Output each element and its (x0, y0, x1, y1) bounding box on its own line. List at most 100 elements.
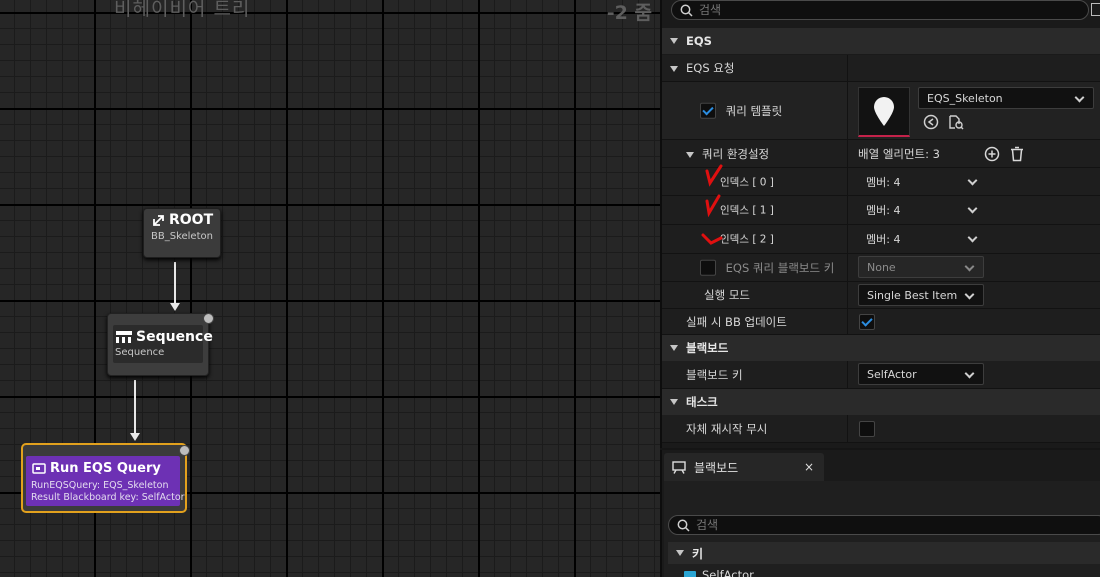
index-1-value-select[interactable]: 멤버: 4 (858, 199, 986, 221)
chevron-down-icon (967, 232, 978, 243)
category-task-label: 태스크 (686, 395, 718, 409)
column-divider (847, 196, 848, 224)
blackboard-category-label: 키 (692, 546, 704, 561)
column-divider (847, 309, 848, 334)
blackboard-category-keys[interactable]: 키 (668, 542, 1100, 564)
collapse-caret-icon (670, 345, 678, 351)
blackboard-key-item[interactable]: SelfActor (684, 568, 754, 577)
ignore-restart-self-row: 자체 재시작 무시 (662, 415, 1100, 443)
chevron-down-icon (964, 289, 975, 300)
chevron-down-icon (1074, 92, 1085, 103)
collapse-caret-icon (670, 38, 678, 44)
blackboard-icon (672, 460, 686, 474)
root-node-blackboard: BB_Skeleton (151, 231, 213, 242)
column-divider (847, 140, 848, 167)
run-eqs-query-template: RunEQSQuery: EQS_Skeleton (31, 480, 169, 491)
behavior-tree-graph[interactable]: 비헤이비어 트리 -2 줌 ROOT BB_Skeleton Sequence … (0, 0, 660, 577)
graph-title: 비헤이비어 트리 (114, 0, 251, 20)
category-blackboard[interactable]: 블랙보드 (662, 335, 1100, 361)
blackboard-key-select[interactable]: SelfActor (858, 363, 984, 385)
details-search[interactable] (671, 0, 1089, 20)
ignore-restart-self-label: 자체 재시작 무시 (686, 421, 768, 436)
index-2-value-select[interactable]: 멤버: 4 (858, 228, 986, 250)
details-panel: EQS EQS 요청 쿼리 템플릿 EQS_Skeleton (660, 0, 1100, 448)
index-0-value-select[interactable]: 멤버: 4 (858, 171, 986, 193)
close-icon[interactable]: × (804, 460, 814, 474)
zoom-level: -2 줌 (606, 2, 652, 24)
map-pin-icon (874, 96, 894, 126)
run-mode-label: 실행 모드 (704, 288, 750, 302)
category-eqs-label: EQS (686, 34, 712, 48)
column-divider (847, 225, 848, 253)
query-template-select[interactable]: EQS_Skeleton (918, 87, 1094, 109)
index-1-label: 인덱스 [ 1 ] (720, 204, 774, 217)
wire-sequence-eqs (134, 380, 136, 434)
eqs-task-icon (32, 462, 46, 474)
collapse-caret-icon (670, 66, 678, 72)
root-node[interactable]: ROOT BB_Skeleton (143, 208, 221, 258)
sequence-node[interactable]: Sequence Sequence (107, 313, 213, 376)
update-bb-on-fail-row: 실패 시 BB 업데이트 (662, 309, 1100, 335)
query-template-checkbox[interactable] (700, 102, 716, 119)
sequence-icon (116, 331, 132, 343)
column-divider (847, 55, 848, 81)
subcategory-eqs-request-label: EQS 요청 (670, 60, 734, 76)
category-blackboard-label: 블랙보드 (686, 341, 729, 355)
blackboard-key-label: 블랙보드 키 (686, 367, 743, 382)
update-bb-on-fail-checkbox[interactable] (859, 314, 875, 330)
index-2-label: 인덱스 [ 2 ] (720, 233, 774, 246)
wire-arrowhead (170, 303, 180, 311)
add-element-icon[interactable] (984, 146, 1000, 162)
chevron-down-icon (967, 203, 978, 214)
root-node-title: ROOT (152, 212, 213, 228)
annotation-checkmark (705, 164, 723, 187)
eqs-bb-key-checkbox[interactable] (700, 259, 716, 276)
root-node-label: ROOT (169, 212, 214, 228)
wire-root-sequence (174, 262, 176, 304)
query-config-label: 쿼리 환경설정 (686, 146, 769, 162)
subcategory-eqs-request[interactable]: EQS 요청 (662, 55, 1100, 82)
annotation-checkmark (705, 194, 721, 217)
category-task[interactable]: 태스크 (662, 389, 1100, 415)
blackboard-search[interactable] (668, 515, 1100, 535)
trash-icon[interactable] (1009, 146, 1025, 162)
chevron-down-icon (967, 175, 978, 186)
query-template-thumbnail[interactable] (858, 87, 910, 137)
browse-back-icon[interactable] (923, 114, 939, 130)
eqs-bb-key-select[interactable]: None (858, 256, 984, 278)
update-bb-on-fail-label: 실패 시 BB 업데이트 (686, 314, 787, 329)
blackboard-panel: 블랙보드 × 키 SelfActor (660, 450, 1100, 577)
blackboard-search-input[interactable] (696, 518, 1056, 532)
category-eqs[interactable]: EQS (662, 28, 1100, 54)
root-icon (153, 214, 164, 226)
collapse-caret-icon (676, 550, 684, 556)
column-divider (847, 415, 848, 442)
view-options-icon[interactable] (1091, 3, 1100, 16)
blackboard-tab-label: 블랙보드 (694, 460, 739, 475)
sequence-node-title: Sequence (116, 329, 213, 345)
object-key-icon (684, 571, 696, 577)
ignore-restart-self-checkbox[interactable] (859, 421, 875, 437)
column-divider (847, 168, 848, 195)
search-icon (680, 4, 693, 17)
sequence-node-subtitle: Sequence (115, 347, 165, 358)
column-divider (847, 361, 848, 388)
run-mode-select[interactable]: Single Best Item (858, 284, 984, 306)
query-template-label: 쿼리 템플릿 (700, 102, 782, 119)
sequence-node-label: Sequence (136, 329, 213, 345)
collapse-caret-icon (670, 399, 678, 405)
column-divider (847, 254, 848, 281)
details-search-input[interactable] (699, 3, 1059, 17)
eqs-bb-key-label: EQS 쿼리 블랙보드 키 (700, 259, 834, 276)
collapse-caret-icon (686, 151, 694, 158)
blackboard-tab[interactable]: 블랙보드 × (664, 453, 824, 481)
run-eqs-node-title: Run EQS Query (32, 461, 161, 476)
run-eqs-result-key: Result Blackboard key: SelfActor (31, 492, 185, 503)
query-config-row[interactable]: 쿼리 환경설정 배열 엘리먼트: 3 (662, 140, 1100, 168)
column-divider (847, 82, 848, 139)
browse-to-asset-icon[interactable] (948, 114, 964, 130)
column-divider (847, 282, 848, 308)
annotation-checkmark (701, 233, 723, 245)
wire-arrowhead (130, 433, 140, 441)
run-eqs-query-node[interactable]: Run EQS Query RunEQSQuery: EQS_Skeleton … (21, 443, 187, 513)
